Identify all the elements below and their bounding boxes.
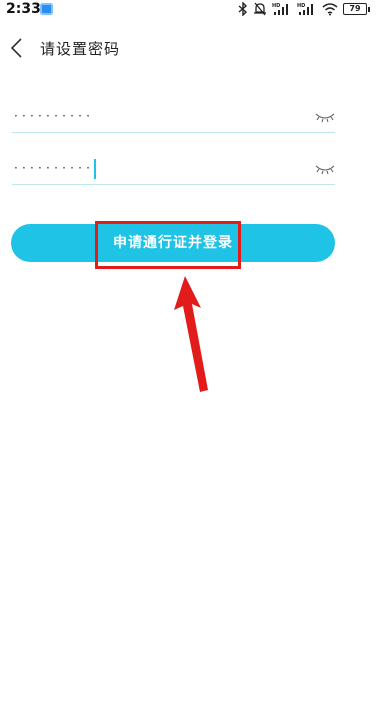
confirm-password-value: ·········· bbox=[14, 158, 97, 179]
text-cursor bbox=[94, 158, 97, 179]
wifi-icon bbox=[322, 3, 338, 16]
eye-closed-icon[interactable] bbox=[315, 162, 335, 176]
battery-icon: 79 bbox=[343, 3, 370, 15]
header: 请设置密码 bbox=[0, 26, 376, 72]
hd-signal-icon: HD bbox=[297, 3, 313, 15]
bluetooth-icon bbox=[238, 2, 248, 16]
password-value: ·········· bbox=[14, 109, 95, 123]
svg-text:HD: HD bbox=[272, 3, 280, 9]
arrow-up-annotation-icon bbox=[174, 276, 208, 392]
confirm-password-text: ·········· bbox=[14, 161, 95, 175]
apply-and-login-button[interactable]: 申请通行证并登录 bbox=[11, 224, 335, 262]
battery-level: 79 bbox=[343, 3, 367, 15]
status-time: 2:33 bbox=[6, 1, 41, 17]
confirm-password-field[interactable]: ·········· bbox=[12, 156, 335, 185]
status-bar: 2:33 HD HD 79 bbox=[0, 0, 376, 18]
chevron-left-icon bbox=[10, 38, 22, 58]
app-notification-icon bbox=[40, 3, 53, 15]
hd-signal-icon: HD bbox=[272, 3, 288, 15]
mute-icon bbox=[254, 2, 266, 16]
page-title: 请设置密码 bbox=[40, 40, 121, 58]
status-icons: HD HD 79 bbox=[238, 1, 370, 17]
password-field[interactable]: ·········· bbox=[12, 104, 335, 133]
back-button[interactable] bbox=[6, 35, 30, 61]
svg-text:HD: HD bbox=[297, 3, 305, 9]
eye-closed-icon[interactable] bbox=[315, 110, 335, 124]
